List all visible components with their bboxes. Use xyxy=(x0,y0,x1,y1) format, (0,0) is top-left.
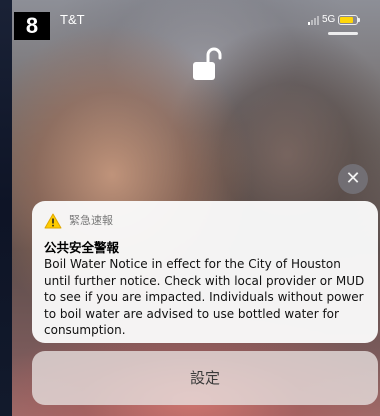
battery-icon xyxy=(338,15,361,25)
notification-body: Boil Water Notice in effect for the City… xyxy=(44,257,365,337)
lock-screen: T&T 5G ✕ 緊急速報 公共安全警報 Boil Water Notice i… xyxy=(12,0,380,416)
carrier-label: T&T xyxy=(60,12,85,27)
unlocked-padlock-icon xyxy=(193,47,222,80)
control-center-indicator[interactable] xyxy=(328,32,358,35)
step-badge: 8 xyxy=(14,12,50,40)
battery-level xyxy=(340,17,354,23)
dismiss-notification-button[interactable]: ✕ xyxy=(338,164,368,194)
network-type: 5G xyxy=(322,14,336,25)
signal-strength-icon xyxy=(308,15,319,25)
left-background-strip xyxy=(0,0,12,416)
status-indicators: 5G xyxy=(308,13,361,27)
notification-header: 緊急速報 xyxy=(44,211,366,231)
notification-app-name: 緊急速報 xyxy=(69,214,113,227)
emergency-alert-notification[interactable]: 緊急速報 公共安全警報 Boil Water Notice in effect … xyxy=(32,201,378,343)
notification-title: 公共安全警報 xyxy=(44,240,120,255)
settings-button[interactable]: 設定 xyxy=(32,351,378,405)
warning-triangle-icon xyxy=(44,213,62,229)
